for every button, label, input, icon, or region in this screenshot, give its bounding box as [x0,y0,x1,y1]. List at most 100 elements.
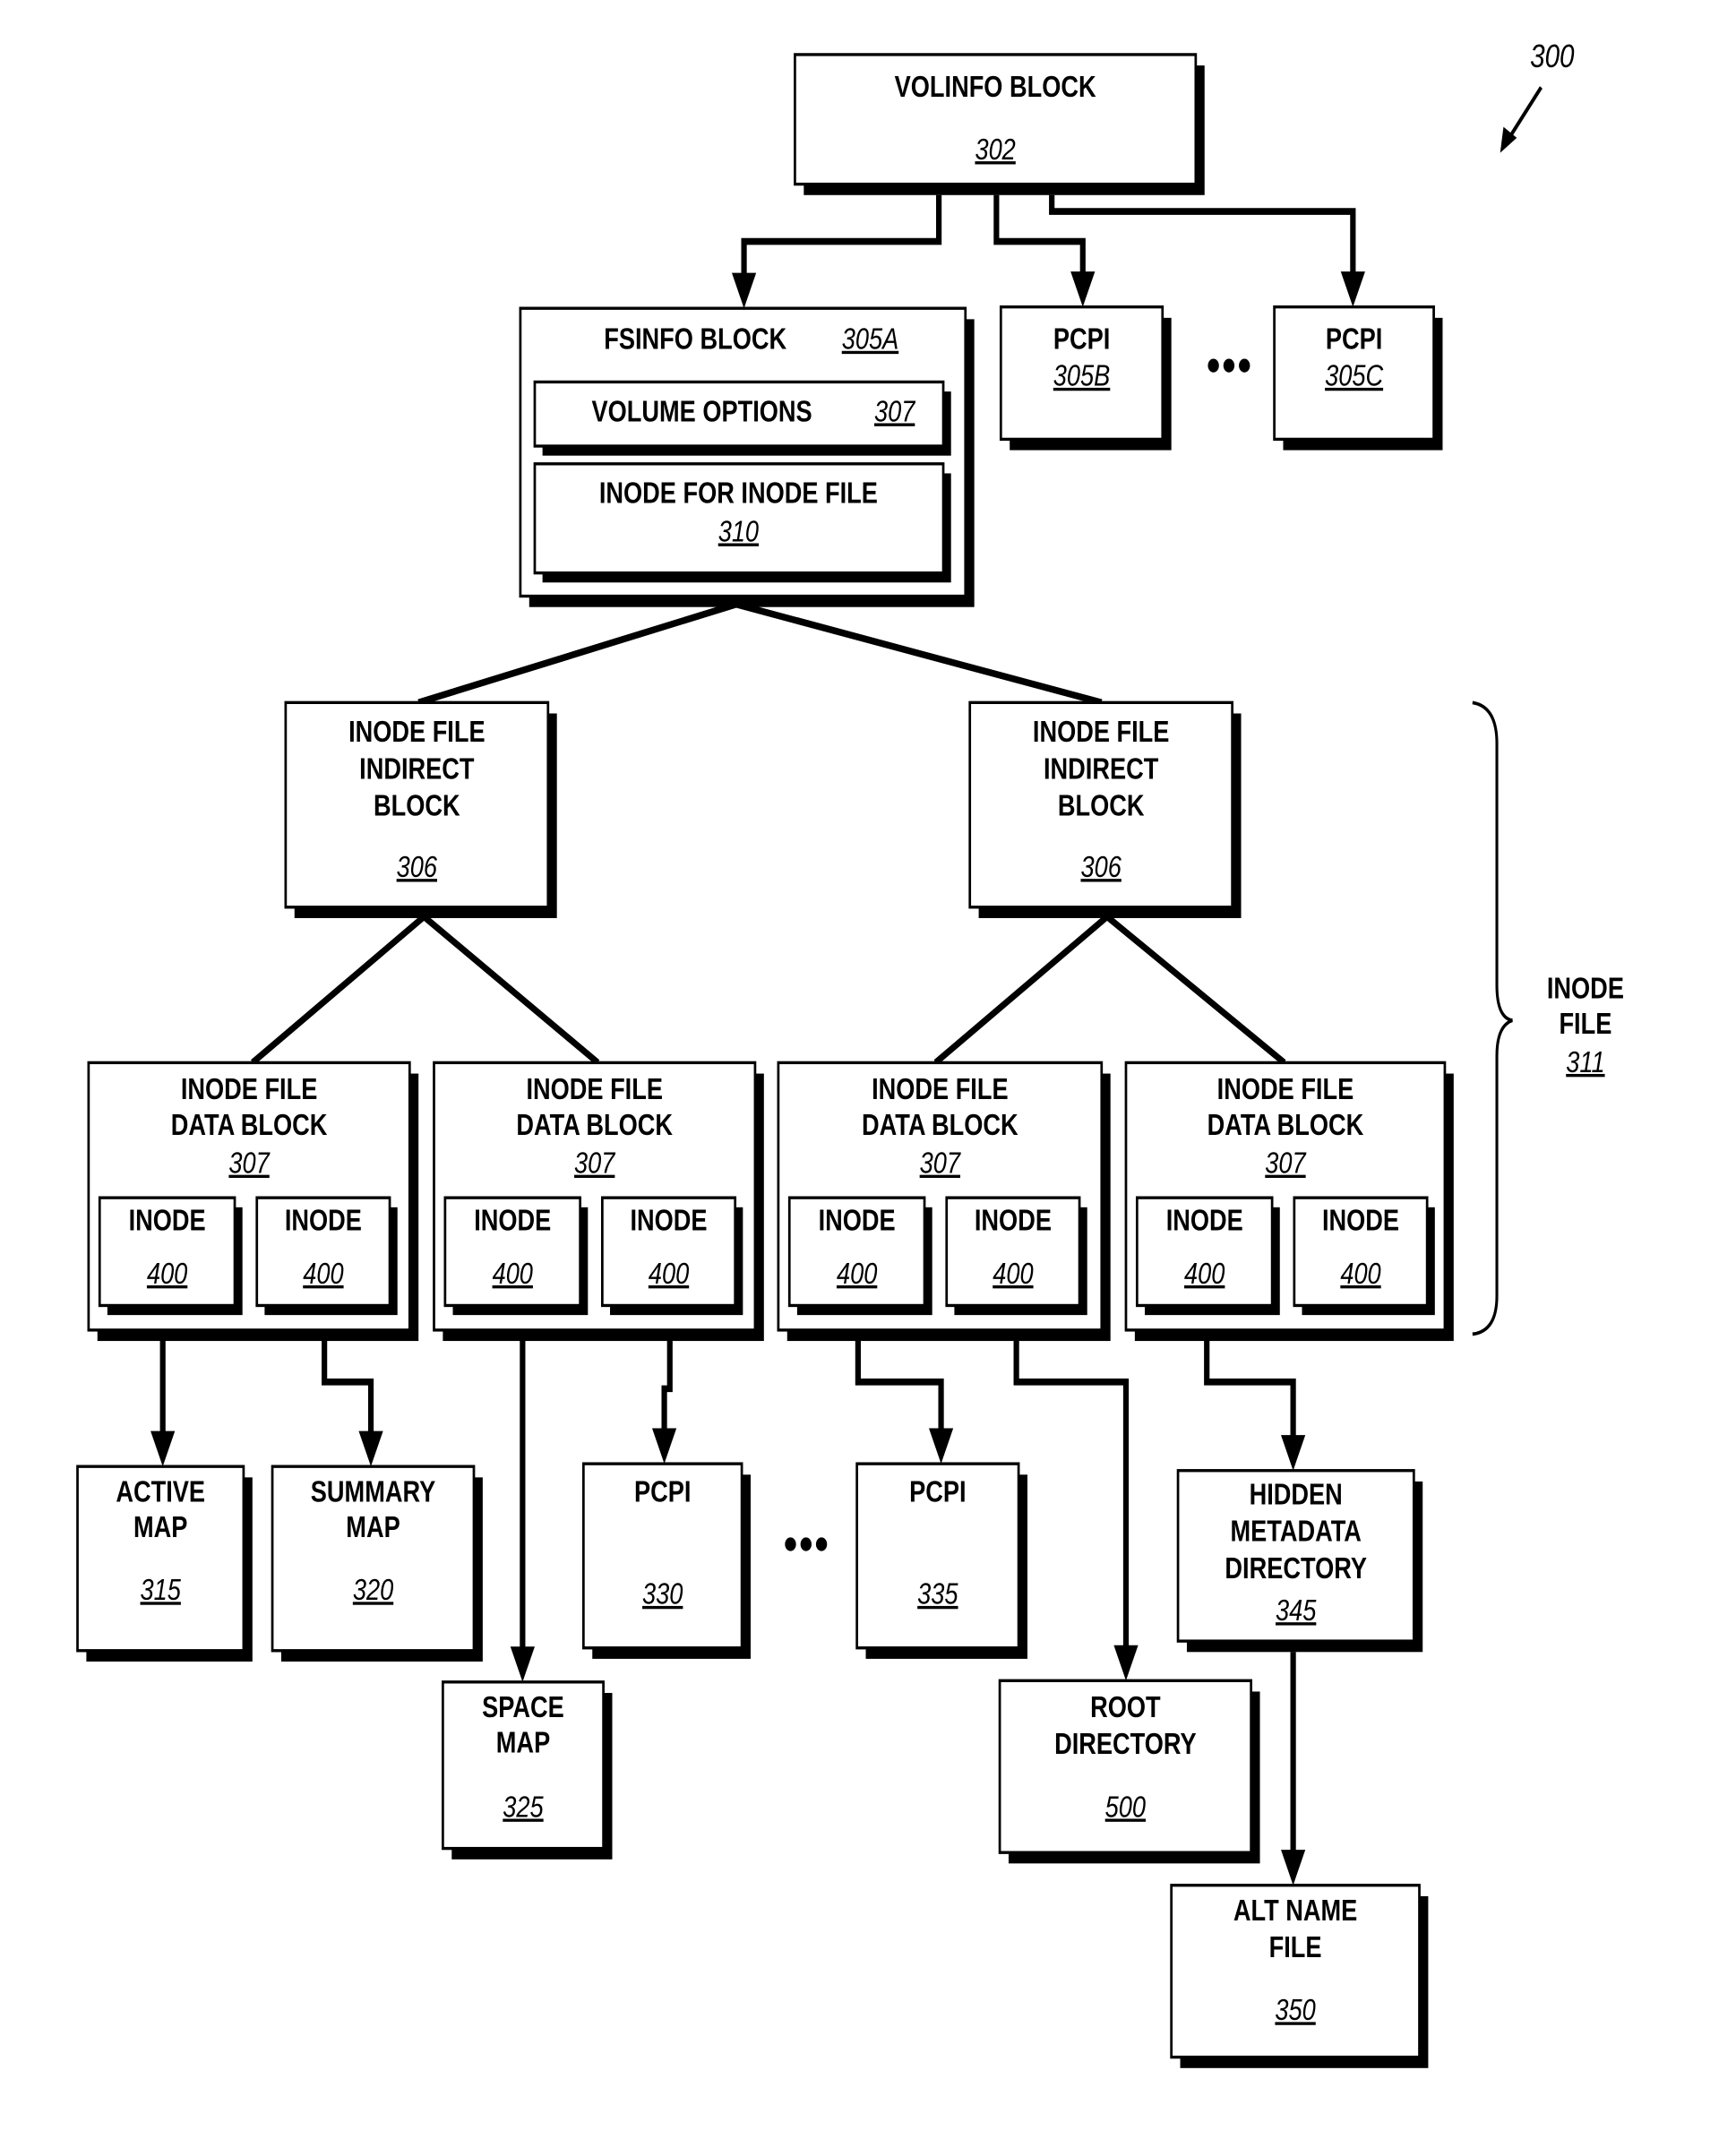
inode-file-data-block-3-ref: 307 [920,1147,961,1180]
inode-file-indirect-block-1-label-line: INODE FILE [348,716,486,749]
volinfo-to-pcpi-305c-connector [1049,194,1356,275]
inode-file-data-block-4-inode-1-ref: 400 [1184,1257,1225,1290]
pcpi-top-ellipsis [1207,358,1250,373]
inode-file-data-block-3-inode-2-ref: 400 [993,1257,1033,1290]
inode-file-data-block-3-inode-1-ref: 400 [837,1257,877,1290]
inode-file-indirect-block-1-label-line: INDIRECT [359,752,475,786]
ellipsis-dot [1223,358,1235,373]
inode-file-indirect-block-2-label-line: INODE FILE [1033,716,1170,749]
ellipsis-dot [785,1537,796,1551]
hidden-metadata-directory-block-ref: 345 [1276,1594,1317,1627]
root-directory-block-label-line: DIRECTORY [1054,1728,1197,1761]
ellipsis-dot [800,1537,812,1551]
fsinfo-to-indirect-left-line [417,600,737,707]
space-map-block-label-line: SPACE [482,1690,564,1723]
inode-file-data-block-1-ref: 307 [228,1147,270,1180]
inode-file-indirect-block-2-ref: 306 [1080,850,1121,883]
inode-file-indirect-block-2-label-line: INDIRECT [1044,752,1159,786]
hidden-metadata-directory-block-label-line: METADATA [1230,1515,1361,1548]
inode-for-inode-file-title: INODE FOR INODE FILE [599,477,878,510]
ellipsis-dot [1239,358,1250,373]
inode-to-summary-map-connector-arrowhead-icon [358,1430,383,1467]
space-map-block-ref: 325 [503,1791,544,1824]
inode-file-data-block-2-label-line: DATA BLOCK [516,1108,673,1141]
inode-file-data-block-3-inode-2-title: INODE [975,1204,1052,1237]
volinfo-to-fsinfo-connector [741,194,942,276]
figure-pointer-line [1508,86,1543,138]
volinfo-to-fsinfo-connector-arrowhead-icon [731,272,757,309]
inode-file-data-block-1-inode-2-title: INODE [285,1204,362,1237]
inode-file-data-block-4-label-line: INODE FILE [1217,1073,1354,1106]
active-map-block-ref: 315 [141,1573,182,1606]
fsinfo-ref: 305A [842,322,898,356]
inode-file-data-block-1-inode-2-ref: 400 [303,1257,343,1290]
inode-file-data-block-2-label-line: INODE FILE [526,1073,663,1106]
pcpi-305c-block-ref: 305C [1325,359,1384,392]
summary-map-block-ref: 320 [353,1573,393,1606]
inode-file-data-block-1-inode-1-title: INODE [129,1204,206,1237]
inode-file-data-block-4-inode-2-title: INODE [1322,1204,1399,1237]
inode-to-space-map-connector-arrowhead-icon [510,1646,535,1682]
inode-file-data-block-3-label-line: DATA BLOCK [862,1108,1018,1141]
active-map-block-label-line: MAP [133,1510,187,1543]
inode-to-root-directory-connector [1013,1316,1130,1648]
indirect-2-to-data-block-3-line [933,914,1109,1066]
inode-file-data-block-4-ref: 307 [1265,1147,1306,1180]
inode-to-pcpi-330-connector-arrowhead-icon [651,1428,677,1465]
hidden-metadata-to-alt-name-file-connector-arrowhead-icon [1281,1850,1306,1886]
hidden-metadata-directory-block-label-line: DIRECTORY [1225,1551,1367,1585]
inode-file-data-block-2-ref: 307 [574,1147,615,1180]
inode-file-brace-icon [1472,700,1513,1336]
volinfo-title: VOLINFO BLOCK [895,70,1096,103]
inode-file-data-block-2-inode-2-title: INODE [630,1204,707,1237]
hidden-metadata-directory-block-label-line: HIDDEN [1250,1478,1343,1511]
inode-file-indirect-block-1-label-line: BLOCK [374,789,460,822]
inode-file-data-block-1-label-line: INODE FILE [181,1073,318,1106]
ellipsis-dot [815,1537,828,1551]
inode-file-brace-label-line: FILE [1559,1007,1611,1040]
inode-file-data-block-1-inode-1-ref: 400 [147,1257,187,1290]
pcpi-335-block-label-line: PCPI [909,1475,966,1508]
ellipsis-dot [1207,358,1219,373]
inode-to-active-map-connector-arrowhead-icon [150,1430,176,1467]
pcpi-leaf-ellipsis [785,1537,828,1551]
fsinfo-title: FSINFO BLOCK [604,322,786,356]
pcpi-330-block-label-line: PCPI [634,1475,691,1508]
alt-name-file-block-label-line: ALT NAME [1233,1894,1357,1927]
pcpi-305b-block-ref: 305B [1053,359,1110,392]
file-system-tree-diagram: 300 VOLINFO BLOCK 302 FSINFO BLOCK 305A VOLUM… [76,39,1624,2068]
pcpi-335-block-ref: 335 [917,1577,958,1611]
indirect-1-to-data-block-1-line [251,914,426,1066]
indirect-1-to-data-block-2-line [422,914,600,1066]
inode-to-hidden-metadata-directory-connector-arrowhead-icon [1281,1435,1306,1471]
figure-reference-number: 300 [1530,39,1575,75]
inode-file-data-block-2-inode-1-title: INODE [474,1204,551,1237]
inode-file-data-block-2-inode-1-ref: 400 [493,1257,533,1290]
inode-file-data-block-4-inode-1-title: INODE [1166,1204,1243,1237]
inode-file-data-block-1-label-line: DATA BLOCK [171,1108,328,1141]
volinfo-to-pcpi-305c-connector-arrowhead-icon [1340,271,1365,307]
alt-name-file-block-ref: 350 [1275,1994,1315,2027]
volume-options-ref: 307 [874,395,915,428]
pcpi-305c-block-title: PCPI [1326,322,1382,356]
summary-map-block-label-line: SUMMARY [311,1475,435,1508]
alt-name-file-block-label-line: FILE [1269,1931,1322,1964]
inode-for-inode-file-ref: 310 [718,515,759,548]
inode-file-data-block-2-inode-2-ref: 400 [649,1257,689,1290]
inode-file-data-block-4-inode-2-ref: 400 [1340,1257,1380,1290]
volinfo-ref: 302 [975,133,1015,166]
volume-options-title: VOLUME OPTIONS [592,395,812,428]
pcpi-305b-block-title: PCPI [1053,322,1110,356]
boxes-layer [76,53,1454,2068]
inode-file-data-block-3-label-line: INODE FILE [872,1073,1009,1106]
fsinfo-to-indirect-right-line [735,600,1103,707]
inode-file-indirect-block-1-ref: 306 [397,850,437,883]
inode-to-root-directory-connector-arrowhead-icon [1113,1645,1139,1681]
inode-to-pcpi-335-connector-arrowhead-icon [928,1428,954,1465]
space-map-block-label-line: MAP [496,1726,550,1759]
inode-file-indirect-block-2-label-line: BLOCK [1058,789,1145,822]
inode-file-data-block-3-inode-1-title: INODE [819,1204,896,1237]
volinfo-to-pcpi-305b-connector [993,194,1086,275]
inode-file-data-block-4-label-line: DATA BLOCK [1207,1108,1364,1141]
indirect-2-to-data-block-4-line [1105,914,1286,1066]
